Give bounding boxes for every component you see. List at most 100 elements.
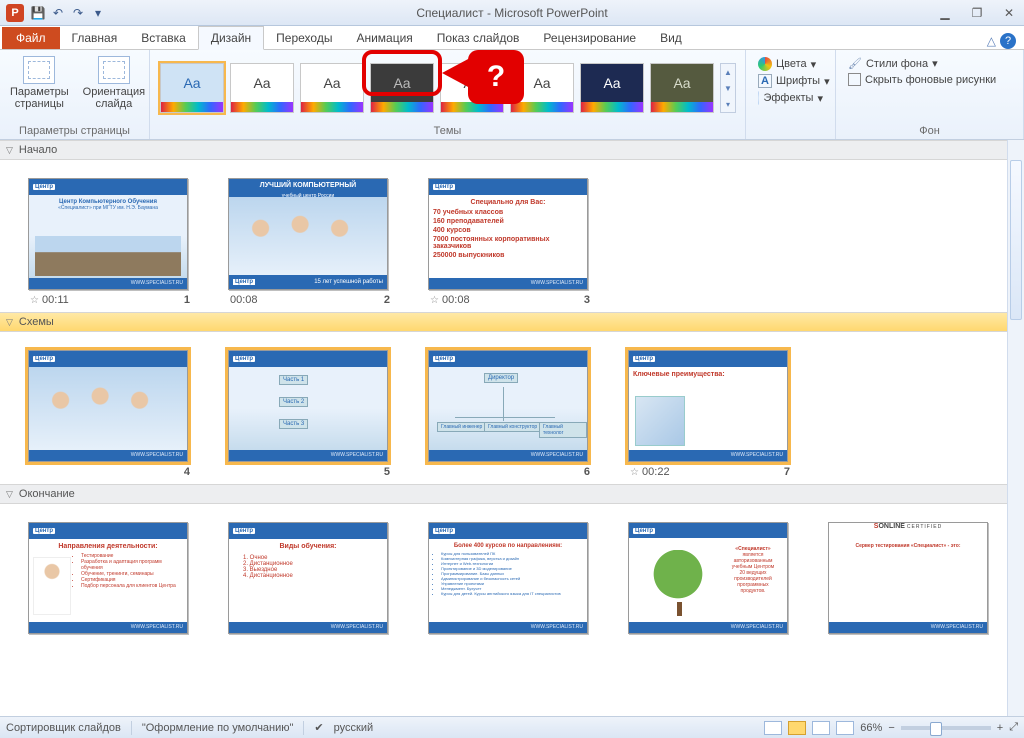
window-title: Специалист - Microsoft PowerPoint (0, 6, 1024, 20)
slide-sorter-canvas: ▽Начало Центр Центр Компьютерного Обучен… (0, 140, 1024, 716)
fit-icon[interactable]: ⤢ (1009, 721, 1018, 734)
s5-b1: Часть 1 (279, 375, 308, 385)
s6-num: 6 (584, 466, 590, 478)
scrollbar-thumb[interactable] (1010, 160, 1022, 320)
s5-num: 5 (384, 466, 390, 478)
close-icon[interactable]: ✕ (998, 6, 1020, 20)
slide-6[interactable]: Центр Директор Главный инженер Главный к… (428, 350, 592, 478)
s1-num: 1 (184, 294, 190, 306)
s9-b3: 4. Дистанционное (243, 573, 383, 579)
s8-b1: Разработка и адаптация программ обучения (81, 559, 183, 571)
bg-styles-label: Стили фона (866, 58, 928, 70)
qat-more-icon[interactable]: ▾ (88, 3, 108, 23)
s11-sub2: 20 ведущих производителей программных пр… (734, 570, 772, 594)
group-themes-label: Темы (156, 123, 739, 137)
s3-b1: 160 преподавателей (433, 218, 583, 225)
slide-1[interactable]: Центр Центр Компьютерного Обучения «Спец… (28, 178, 192, 306)
view-normal-icon[interactable] (764, 721, 782, 735)
s2-title: ЛУЧШИЙ КОМПЬЮТЕРНЫЙ (260, 182, 356, 189)
colors-button[interactable]: Цвета ▾ (752, 56, 829, 72)
slide-7[interactable]: Центр Ключевые преимущества: WWW.SPECIAL… (628, 350, 792, 478)
theme-gallery-scroll[interactable]: ▲ ▼ ▾ (720, 63, 736, 113)
slide-orientation-button[interactable]: Ориентация слайда (79, 54, 149, 112)
scroll-up-icon[interactable]: ▲ (724, 68, 732, 77)
theme-thumb-4[interactable]: Aa (370, 63, 434, 113)
theme-thumb-8[interactable]: Aa (650, 63, 714, 113)
callout-question: ? (468, 50, 524, 104)
qat-undo-icon[interactable]: ↶ (48, 3, 68, 23)
view-slideshow-icon[interactable] (836, 721, 854, 735)
fonts-button[interactable]: AШрифты ▾ (752, 73, 829, 89)
help-icon[interactable]: ? (1000, 33, 1016, 49)
bg-styles-button[interactable]: 🖌Стили фона ▾ (842, 56, 1017, 71)
tab-review[interactable]: Рецензирование (531, 27, 648, 49)
tab-insert[interactable]: Вставка (129, 27, 198, 49)
effects-icon (758, 91, 759, 105)
section-header-start[interactable]: ▽Начало (0, 140, 1024, 160)
theme-thumb-7[interactable]: Aa (580, 63, 644, 113)
theme-thumb-2[interactable]: Aa (230, 63, 294, 113)
zoom-in-icon[interactable]: + (997, 722, 1003, 734)
hide-bg-checkbox[interactable]: Скрыть фоновые рисунки (842, 72, 1017, 87)
s5-b2: Часть 2 (279, 397, 308, 407)
s11-sub: является авторизованным учебным Центром (732, 552, 774, 570)
slide-11[interactable]: Центр «Специалист» является авторизованн… (628, 522, 792, 634)
slide-12[interactable]: SONLINE CERTIFIED Сервер тестирования «С… (828, 522, 992, 634)
tab-animation[interactable]: Анимация (344, 27, 424, 49)
s1-sub: «Специалист» при МГТУ им. Н.Э. Баумана (33, 205, 183, 211)
s3-title: Специально для Вас: (433, 199, 583, 206)
slide-3[interactable]: Центр Специально для Вас: 70 учебных кла… (428, 178, 592, 306)
section-header-end[interactable]: ▽Окончание (0, 484, 1024, 504)
s9-title: Виды обучения: (233, 543, 383, 550)
page-setup-icon (23, 56, 55, 84)
qat-save-icon[interactable]: 💾 (28, 3, 48, 23)
zoom-slider[interactable] (901, 726, 991, 730)
scroll-down-icon[interactable]: ▼ (724, 84, 732, 93)
slide-9[interactable]: Центр Виды обучения: 1. Очное 2. Дистанц… (228, 522, 392, 634)
star-icon: ☆ (30, 295, 39, 306)
ribbon-min-icon[interactable]: △ (987, 34, 996, 48)
s3-num: 3 (584, 294, 590, 306)
slide-4[interactable]: Центр WWW.SPECIALIST.RU 4 (28, 350, 192, 478)
tab-home[interactable]: Главная (60, 27, 130, 49)
s2-num: 2 (384, 294, 390, 306)
status-lang[interactable]: русский (334, 722, 373, 734)
s10-b8: Курсы для детей. Курсы английского языка… (441, 591, 583, 596)
theme-thumb-3[interactable]: Aa (300, 63, 364, 113)
effects-button[interactable]: Эффекты ▾ (752, 90, 829, 106)
slide-5[interactable]: Центр Часть 1 Часть 2 Часть 3 WWW.SPECIA… (228, 350, 392, 478)
fonts-icon: A (758, 74, 772, 88)
qat-redo-icon[interactable]: ↷ (68, 3, 88, 23)
s7-time: 00:22 (642, 466, 670, 478)
minimize-icon[interactable]: ▁ (934, 6, 956, 20)
s3-b3: 7000 постоянных корпоративных заказчиков (433, 236, 583, 250)
view-reading-icon[interactable] (812, 721, 830, 735)
slide-8[interactable]: Центр Направления деятельности: Тестиров… (28, 522, 192, 634)
tab-transitions[interactable]: Переходы (264, 27, 344, 49)
slide-2[interactable]: ЛУЧШИЙ КОМПЬЮТЕРНЫЙ учебный центр России… (228, 178, 392, 306)
tab-slideshow[interactable]: Показ слайдов (425, 27, 532, 49)
theme-thumb-1[interactable]: Aa (160, 63, 224, 113)
vertical-scrollbar[interactable] (1007, 140, 1024, 716)
tab-view[interactable]: Вид (648, 27, 694, 49)
zoom-value[interactable]: 66% (860, 722, 882, 734)
s12-sub: Сервер тестирования «Специалист» - это: (833, 543, 983, 549)
slide-10[interactable]: Центр Более 400 курсов по направлениям: … (428, 522, 592, 634)
section-start-label: Начало (19, 144, 57, 156)
zoom-out-icon[interactable]: − (888, 722, 894, 734)
s5-b3: Часть 3 (279, 419, 308, 429)
section-header-schemes[interactable]: ▽Схемы (0, 312, 1024, 332)
s3-b2: 400 курсов (433, 227, 583, 234)
view-sorter-icon[interactable] (788, 721, 806, 735)
gallery-more-icon[interactable]: ▾ (726, 100, 730, 109)
page-setup-button[interactable]: Параметры страницы (6, 54, 73, 112)
s2-time: 00:08 (230, 294, 258, 306)
status-theme: "Оформление по умолчанию" (142, 722, 294, 734)
tab-file[interactable]: Файл (2, 27, 60, 49)
spellcheck-icon[interactable]: ✔ (314, 721, 323, 734)
status-view: Сортировщик слайдов (6, 722, 121, 734)
s6-b1: Главный конструктор (484, 422, 541, 432)
tab-design[interactable]: Дизайн (198, 26, 264, 50)
s6-top: Директор (484, 373, 518, 383)
restore-icon[interactable]: ❐ (966, 6, 988, 20)
